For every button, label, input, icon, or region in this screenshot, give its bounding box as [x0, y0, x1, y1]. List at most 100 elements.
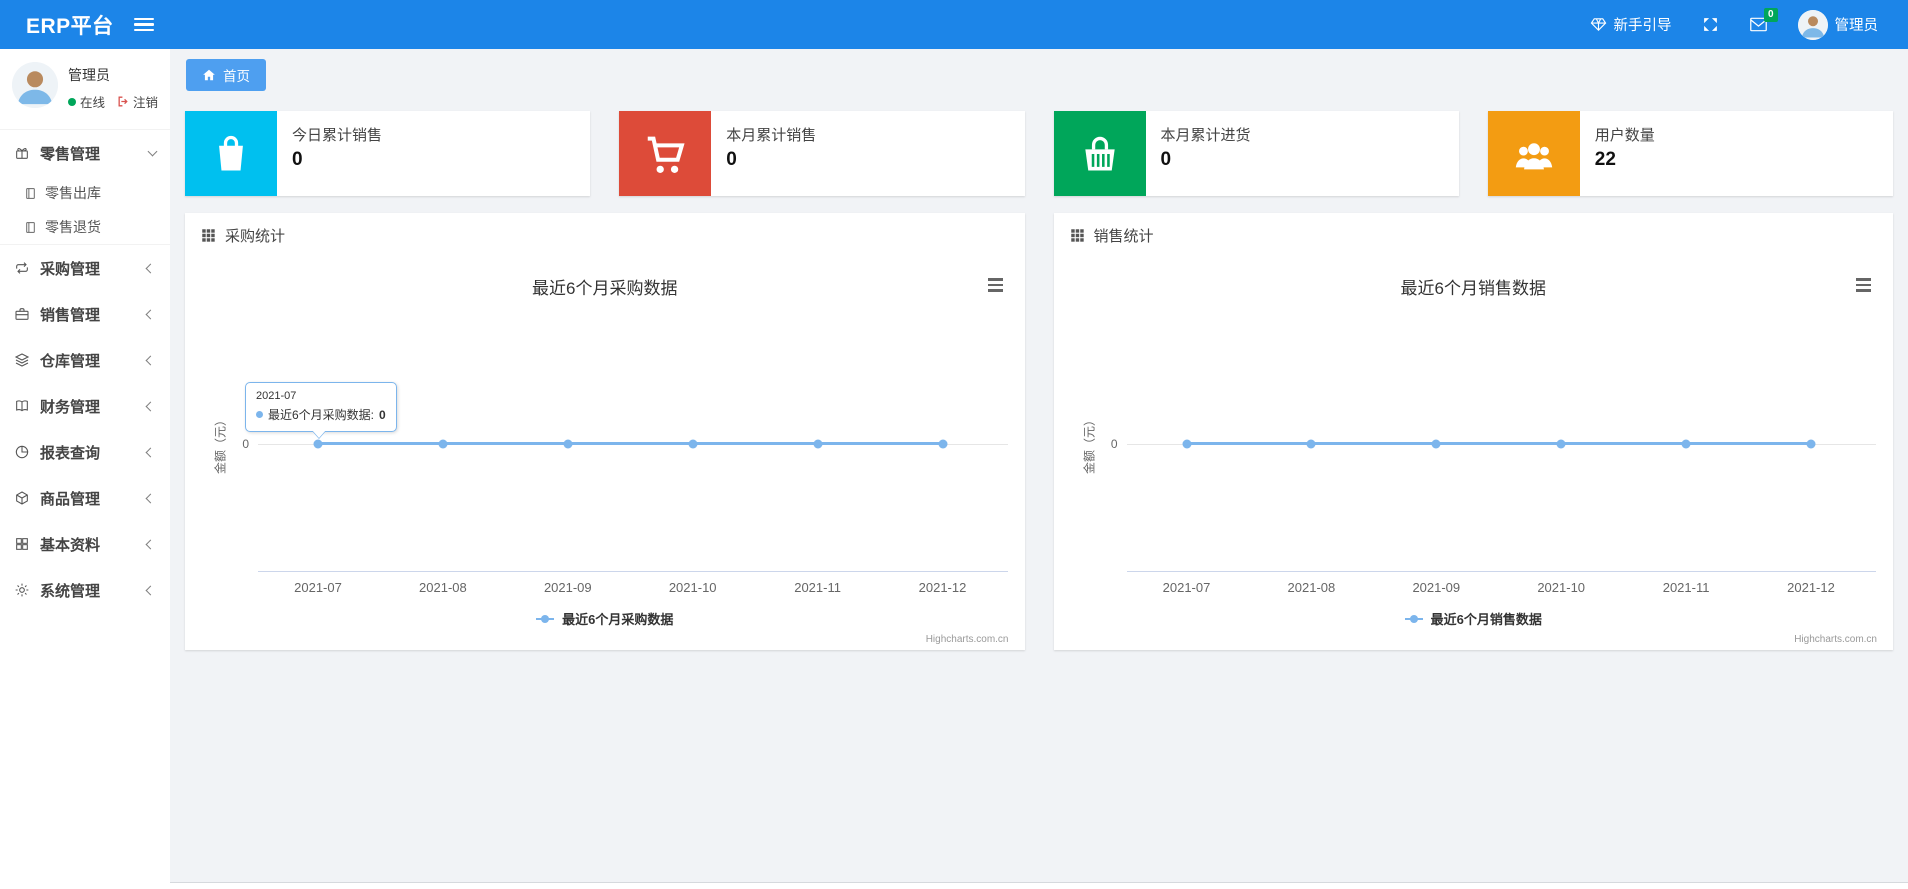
data-point-marker[interactable]	[1306, 439, 1316, 448]
card-label: 用户数量	[1594, 127, 1655, 144]
cube-icon	[16, 491, 28, 505]
sidebar-toggle-button[interactable]	[133, 17, 154, 32]
chart-legend[interactable]: 最近6个月销售数据	[1054, 609, 1894, 628]
purchase-stats-panel: 采购统计 最近6个月采购数据 0 金额（元） 2021-07 2021-08 2…	[185, 213, 1025, 650]
data-point-marker[interactable]	[1556, 439, 1566, 448]
chevron-down-icon	[147, 146, 158, 156]
logout-button[interactable]: 注销	[117, 92, 158, 111]
sidebar-item-retail[interactable]: 零售管理	[0, 130, 170, 176]
data-point-marker[interactable]	[313, 439, 323, 448]
sidebar-user-panel: 管理员 在线 注销	[0, 49, 170, 123]
card-value: 0	[1160, 149, 1172, 170]
tab-home[interactable]: 首页	[186, 59, 266, 91]
repeat-icon	[16, 262, 28, 274]
chevron-left-icon	[145, 493, 156, 503]
guide-button[interactable]: 新手引导	[1590, 14, 1672, 35]
data-point-marker[interactable]	[1431, 439, 1441, 448]
sidebar-item-system[interactable]: 系统管理	[0, 567, 170, 613]
card-value: 0	[292, 149, 303, 170]
messages-button[interactable]: 0	[1749, 8, 1778, 33]
card-month-purchase: 本月累计进货 0	[1053, 111, 1459, 196]
sidebar-item-sales[interactable]: 销售管理	[0, 291, 170, 337]
pie-chart-icon	[15, 445, 29, 459]
stat-cards-row: 今日累计销售 0 本月累计销售 0 本月累计进货 0 用户数量 22	[185, 111, 1893, 196]
online-status-icon	[68, 97, 76, 106]
sidebar-menu: 零售管理 零售出库 零售退货 采购管理 销售管理 仓库管理 财务管理 报表查询 …	[0, 129, 170, 613]
series-dot-icon	[256, 411, 263, 418]
avatar	[12, 62, 58, 108]
card-label: 本月累计销售	[726, 127, 817, 144]
messages-badge: 0	[1763, 8, 1778, 22]
book-open-icon	[16, 400, 28, 412]
legend-marker-icon	[1404, 614, 1423, 623]
card-value: 22	[1594, 149, 1616, 170]
sidebar-item-basic-data[interactable]: 基本资料	[0, 521, 170, 567]
shopping-basket-icon	[1084, 136, 1115, 170]
users-icon	[1515, 142, 1552, 169]
data-point-marker[interactable]	[1806, 439, 1816, 448]
gift-icon	[16, 148, 28, 159]
data-point-marker[interactable]	[438, 439, 448, 448]
card-month-sales: 本月累计销售 0	[619, 111, 1025, 196]
highcharts-credits-link[interactable]: Highcharts.com.cn	[1794, 634, 1877, 645]
avatar	[1797, 9, 1828, 40]
top-navbar: ERP平台 新手引导 0 管理员	[0, 0, 1908, 49]
shopping-bag-icon	[219, 135, 243, 170]
chart-context-menu-button[interactable]	[1856, 278, 1871, 292]
sign-out-icon	[118, 96, 128, 107]
gear-icon	[15, 583, 29, 597]
chart-context-menu-button[interactable]	[987, 278, 1003, 292]
sidebar-item-purchase[interactable]: 采购管理	[0, 245, 170, 291]
series-line	[313, 439, 947, 448]
purchase-chart: 最近6个月采购数据 0 金额（元） 2021-07 2021-08 2021-0…	[185, 257, 1025, 647]
y-axis-title: 金额（元）	[213, 413, 228, 475]
data-point-marker[interactable]	[563, 439, 573, 448]
home-icon	[203, 69, 215, 81]
sales-stats-panel: 销售统计 最近6个月销售数据 0 金额（元） 2021-07 2021-08 2…	[1053, 213, 1894, 650]
chevron-left-icon	[145, 539, 156, 549]
chevron-left-icon	[145, 401, 156, 411]
chevron-left-icon	[145, 585, 156, 595]
chevron-left-icon	[145, 263, 156, 273]
series-line	[1182, 439, 1816, 448]
user-menu[interactable]: 管理员	[1797, 9, 1878, 40]
grid-icon	[16, 538, 28, 550]
footer-divider	[170, 882, 1908, 889]
main-content: 首页 今日累计销售 0 本月累计销售 0 本月累计进货 0 用户数量 22 采购…	[170, 49, 1908, 889]
tab-bar: 首页	[170, 49, 1908, 91]
fullscreen-button[interactable]	[1702, 16, 1719, 33]
chevron-left-icon	[145, 309, 156, 319]
x-axis-line	[258, 571, 1008, 572]
card-value: 0	[726, 149, 737, 170]
panel-title: 销售统计	[1093, 227, 1154, 245]
app-brand: ERP平台	[26, 14, 114, 38]
layers-icon	[14, 353, 30, 367]
sidebar-item-finance[interactable]: 财务管理	[0, 383, 170, 429]
sidebar-item-retail-out[interactable]: 零售出库	[0, 176, 170, 210]
x-axis-line	[1126, 571, 1876, 572]
highcharts-credits-link[interactable]: Highcharts.com.cn	[926, 634, 1009, 645]
data-point-marker[interactable]	[938, 439, 947, 448]
briefcase-icon	[15, 308, 29, 320]
data-point-marker[interactable]	[813, 439, 823, 448]
gem-icon	[1590, 16, 1607, 33]
x-axis-labels: 2021-07 2021-08 2021-09 2021-10 2021-11 …	[294, 580, 967, 595]
shopping-cart-icon	[648, 136, 685, 173]
panel-title: 采购统计	[225, 227, 286, 245]
guide-label: 新手引导	[1613, 18, 1672, 34]
sidebar-item-reports[interactable]: 报表查询	[0, 429, 170, 475]
y-axis-title: 金额（元）	[1082, 413, 1096, 475]
sidebar-item-warehouse[interactable]: 仓库管理	[0, 337, 170, 383]
chart-tooltip: 2021-07 最近6个月采购数据: 0	[245, 382, 397, 439]
data-point-marker[interactable]	[1681, 439, 1691, 448]
th-grid-icon	[1070, 228, 1084, 242]
chart-legend[interactable]: 最近6个月采购数据	[185, 609, 1025, 628]
journal-icon	[26, 221, 35, 233]
data-point-marker[interactable]	[688, 439, 698, 448]
sidebar-item-products[interactable]: 商品管理	[0, 475, 170, 521]
sidebar-item-retail-return[interactable]: 零售退货	[0, 210, 170, 244]
data-point-marker[interactable]	[1182, 439, 1191, 448]
card-user-count: 用户数量 22	[1487, 111, 1893, 196]
card-today-sales: 今日累计销售 0	[185, 111, 591, 196]
th-grid-icon	[202, 228, 215, 242]
